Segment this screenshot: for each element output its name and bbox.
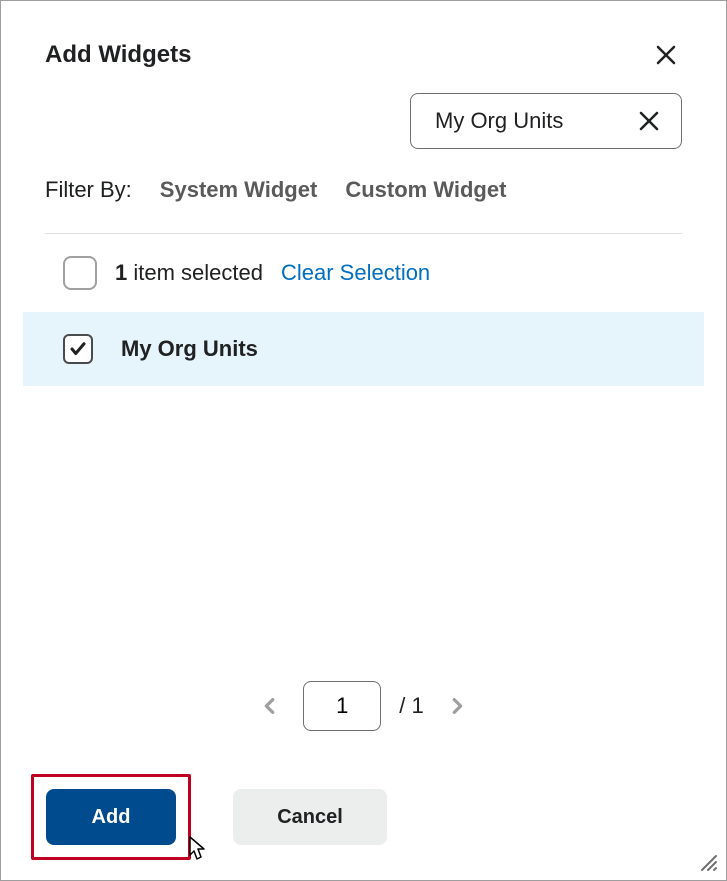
clear-search-button[interactable]: [635, 107, 663, 135]
selection-suffix: item selected: [127, 260, 263, 285]
widget-checkbox[interactable]: [63, 334, 93, 364]
chevron-right-icon: [446, 692, 468, 720]
page-input[interactable]: [303, 681, 381, 731]
filter-row: Filter By: System Widget Custom Widget: [45, 177, 682, 234]
page-total: / 1: [399, 693, 423, 719]
close-icon: [654, 43, 678, 67]
search-chip: My Org Units: [410, 93, 682, 149]
close-icon: [637, 109, 661, 133]
selection-summary-row: 1 item selected Clear Selection: [45, 234, 682, 312]
widget-result-row[interactable]: My Org Units: [23, 312, 704, 386]
next-page-button[interactable]: [442, 688, 472, 724]
selection-count-text: 1 item selected: [115, 260, 263, 286]
search-row: My Org Units: [45, 93, 682, 149]
widget-name: My Org Units: [121, 336, 258, 362]
filter-system-widget[interactable]: System Widget: [160, 177, 318, 203]
annotation-highlight: Add: [31, 774, 191, 860]
search-value: My Org Units: [435, 108, 563, 134]
cancel-button[interactable]: Cancel: [233, 789, 387, 845]
resize-grip-icon[interactable]: [698, 852, 718, 872]
prev-page-button[interactable]: [255, 688, 285, 724]
filter-custom-widget[interactable]: Custom Widget: [345, 177, 506, 203]
cursor-icon: [182, 835, 208, 865]
add-button[interactable]: Add: [46, 789, 176, 845]
add-widgets-dialog: Add Widgets My Org Units Filter By: Syst…: [0, 0, 727, 881]
close-button[interactable]: [650, 39, 682, 71]
dialog-title: Add Widgets: [45, 41, 191, 69]
dialog-header: Add Widgets: [45, 39, 682, 71]
filter-label: Filter By:: [45, 177, 132, 203]
pagination: / 1: [1, 681, 726, 731]
clear-selection-button[interactable]: Clear Selection: [281, 260, 430, 286]
chevron-left-icon: [259, 692, 281, 720]
select-all-checkbox[interactable]: [63, 256, 97, 290]
dialog-actions: Add Cancel: [31, 774, 387, 860]
selection-count: 1: [115, 260, 127, 285]
